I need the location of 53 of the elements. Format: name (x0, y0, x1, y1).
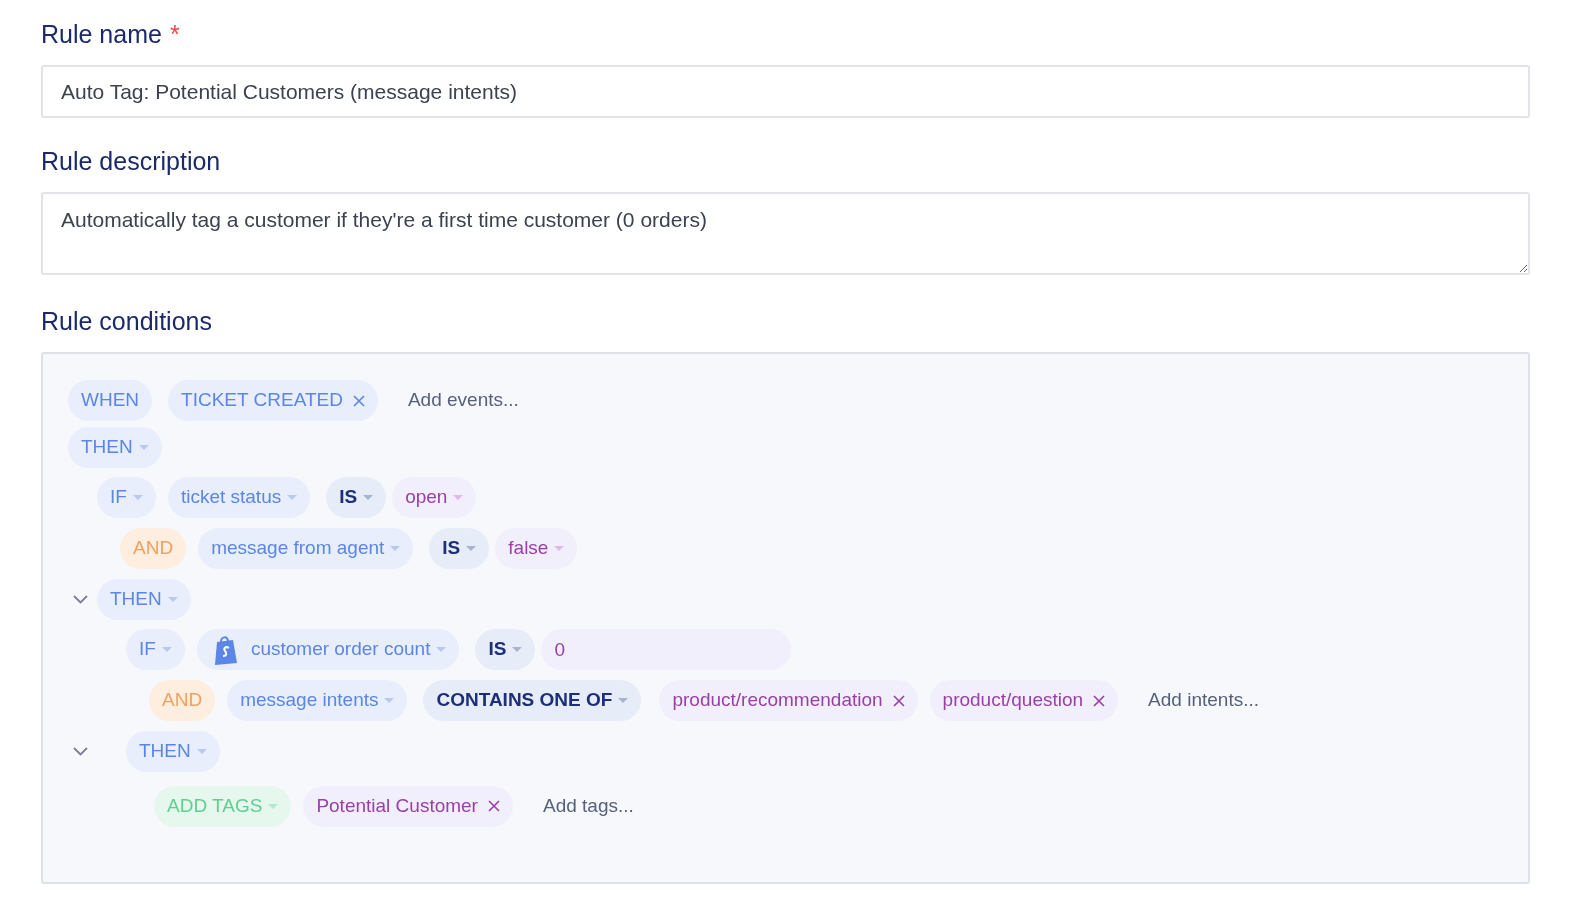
field-dropdown[interactable]: message from agent (198, 528, 414, 569)
caret-icon (453, 495, 464, 500)
caret-icon (161, 647, 172, 652)
condition-keyword[interactable]: IF (97, 477, 156, 518)
field-dropdown[interactable]: ticket status (167, 477, 311, 518)
caret-icon (196, 748, 207, 754)
chevron-down-icon[interactable] (73, 594, 88, 604)
then-dropdown[interactable]: THEN (126, 730, 220, 772)
chevron-down-icon[interactable] (73, 746, 88, 756)
rule-name-label: Rule name (41, 19, 162, 51)
value-dropdown[interactable]: false (495, 528, 578, 569)
add-intents-input[interactable]: Add intents... (1148, 686, 1259, 715)
value-input[interactable]: 0 (541, 629, 792, 670)
rule-description-label: Rule description (41, 146, 222, 178)
intent-tag: product/question (929, 680, 1119, 721)
caret-icon (138, 444, 149, 450)
intent-tag: product/recommendation (659, 680, 918, 721)
then-dropdown[interactable]: THEN (68, 426, 162, 468)
value-dropdown[interactable]: open (392, 477, 477, 518)
caret-icon (132, 495, 143, 500)
operator-dropdown[interactable]: CONTAINS ONE OF (423, 680, 642, 721)
caret-icon (618, 698, 629, 703)
operator-dropdown[interactable]: IS (475, 629, 536, 670)
caret-icon (466, 546, 477, 551)
rule-name-input[interactable]: Auto Tag: Potential Customers (message intents) (41, 65, 1530, 118)
operator-dropdown[interactable]: IS (429, 528, 490, 569)
then-dropdown[interactable]: THEN (97, 578, 191, 620)
close-icon[interactable] (1093, 694, 1106, 707)
rule-conditions-label: Rule conditions (41, 306, 213, 338)
caret-icon (554, 546, 565, 551)
when-keyword: WHEN (68, 380, 153, 421)
add-tags-input[interactable]: Add tags... (542, 791, 634, 821)
operator-dropdown[interactable]: IS (326, 477, 387, 518)
condition-keyword[interactable]: IF (126, 629, 185, 670)
caret-icon (436, 647, 447, 652)
field-dropdown[interactable]: message intents (227, 680, 408, 721)
caret-icon (384, 698, 395, 703)
rule-description-textarea[interactable]: Automatically tag a customer if they're a first time customer (0 orders) (41, 192, 1530, 275)
caret-icon (287, 495, 298, 500)
caret-icon (363, 495, 374, 500)
tag-chip: Potential Customer (303, 785, 513, 827)
caret-icon (512, 647, 523, 652)
field-dropdown[interactable]: customer order count (196, 629, 460, 670)
add-events-input[interactable]: Add events... (407, 386, 519, 415)
shopping-bag-icon (212, 634, 239, 665)
caret-icon (268, 803, 279, 809)
required-mark: * (169, 19, 180, 51)
close-icon[interactable] (352, 394, 365, 407)
close-icon[interactable] (892, 694, 905, 707)
caret-icon (390, 546, 401, 551)
event-tag: TICKET CREATED (168, 380, 378, 421)
close-icon[interactable] (487, 800, 500, 812)
caret-icon (167, 596, 178, 602)
